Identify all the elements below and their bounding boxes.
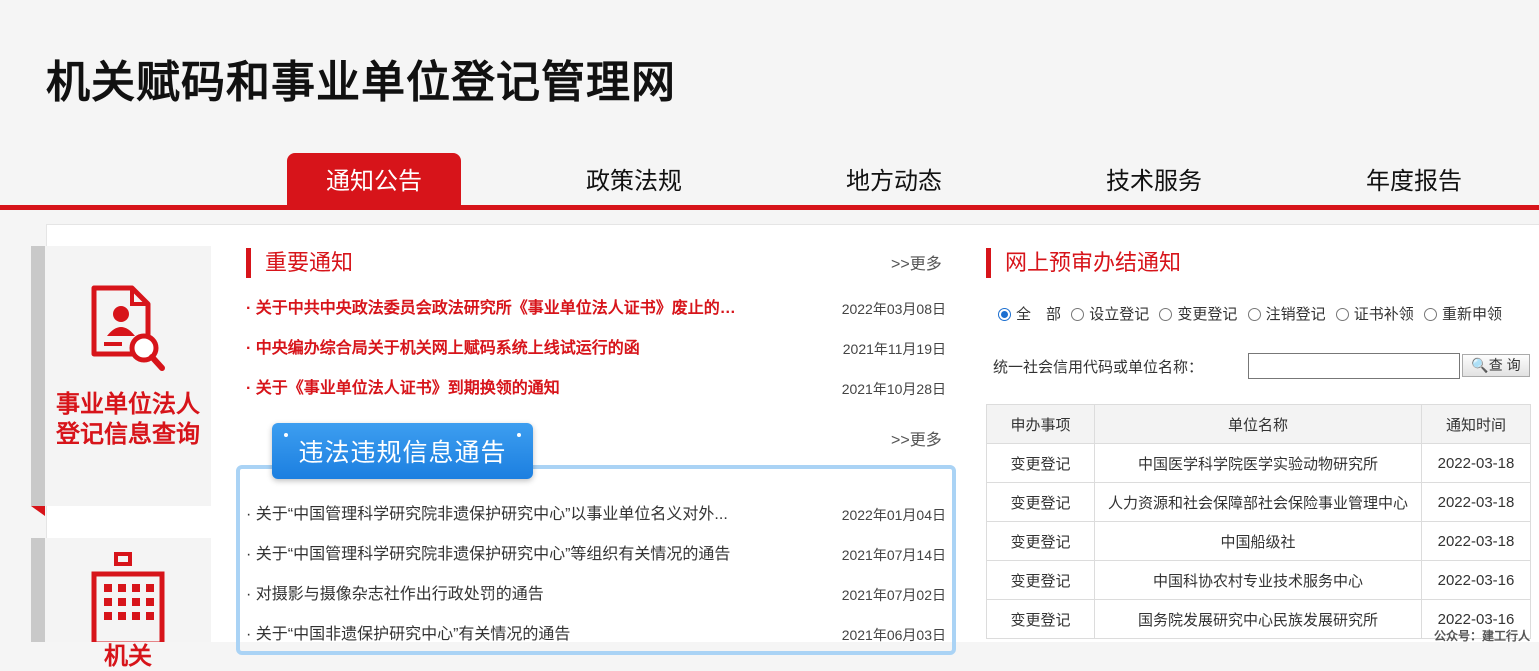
radio-establish[interactable]: 设立登记 xyxy=(1071,303,1149,324)
radio-label: 设立登记 xyxy=(1089,306,1150,323)
card-fold-decoration xyxy=(31,506,45,516)
radio-button[interactable] xyxy=(1247,308,1261,321)
column-header: 通知时间 xyxy=(1421,404,1531,444)
radio-reapply[interactable]: 重新申领 xyxy=(1423,303,1502,324)
news-title-link[interactable]: · 关于“中国管理科学研究院非遗保护研究中心”等组织有关情况的通告 xyxy=(246,544,821,566)
table-cell: 中国医学科学院医学实验动物研究所 xyxy=(1094,443,1422,483)
nav-tab-local-news[interactable]: 地方动态 xyxy=(807,153,981,205)
table-row[interactable]: 变更登记 中国船级社 2022-03-18 xyxy=(986,521,1531,561)
card-label-line1: 事业单位法人 xyxy=(56,391,200,418)
government-agency-card[interactable]: 机关 xyxy=(31,538,211,670)
table-cell: 中国船级社 xyxy=(1094,521,1422,561)
search-button-label: 查 询 xyxy=(1488,357,1521,373)
nav-tab-policies[interactable]: 政策法规 xyxy=(547,153,721,205)
news-date: 2021年06月03日 xyxy=(841,627,946,643)
news-title-link[interactable]: · 对摄影与摄像杂志社作出行政处罚的通告 xyxy=(246,584,821,606)
table-cell: 国务院发展研究中心民族发展研究所 xyxy=(1094,599,1422,639)
table-cell: 变更登记 xyxy=(986,599,1095,639)
radio-button[interactable] xyxy=(998,308,1011,321)
radio-all[interactable]: 全 部 xyxy=(998,303,1061,324)
news-title-link[interactable]: · 关于“中国管理科学研究院非遗保护研究中心”以事业单位名义对外... xyxy=(246,504,821,526)
radio-button[interactable] xyxy=(1335,308,1349,321)
table-cell: 中国科协农村专业技术服务中心 xyxy=(1094,560,1422,600)
main-nav: 通知公告 政策法规 地方动态 技术服务 年度报告 xyxy=(0,153,1539,207)
news-title-link[interactable]: · 关于中共中央政法委员会政法研究所《事业单位法人证书》废止的… xyxy=(246,298,821,320)
table-cell: 2022-03-16 xyxy=(1421,560,1531,600)
radio-button[interactable] xyxy=(1159,308,1173,321)
table-cell: 变更登记 xyxy=(986,560,1095,600)
nav-tab-annual-report[interactable]: 年度报告 xyxy=(1327,153,1501,205)
table-cell: 变更登记 xyxy=(986,443,1095,483)
list-item: · 关于“中国非遗保护研究中心”有关情况的通告 2021年06月03日 xyxy=(246,624,946,664)
search-label: 统一社会信用代码或单位名称： xyxy=(993,359,1204,376)
news-title-link[interactable]: · 关于“中国非遗保护研究中心”有关情况的通告 xyxy=(246,624,821,646)
list-item: · 中央编办综合局关于机关网上赋码系统上线试运行的函 2021年11月19日 xyxy=(246,338,946,378)
news-date: 2021年11月19日 xyxy=(842,341,946,357)
table-row[interactable]: 变更登记 中国医学科学院医学实验动物研究所 2022-03-18 xyxy=(986,443,1531,483)
site-title: 机关赋码和事业单位登记管理网 xyxy=(46,58,676,107)
table-cell: 人力资源和社会保障部社会保险事业管理中心 xyxy=(1094,482,1422,522)
legal-person-query-card[interactable]: 事业单位法人 登记信息查询 xyxy=(31,246,211,506)
table-cell: 变更登记 xyxy=(986,482,1095,522)
watermark: 公众号：建工行人 xyxy=(1434,629,1531,643)
important-notices-title: 重要通知 xyxy=(246,248,353,278)
list-item: · 对摄影与摄像杂志社作出行政处罚的通告 2021年07月02日 xyxy=(246,584,946,624)
legal-person-query-label: 事业单位法人 登记信息查询 xyxy=(45,390,211,450)
prereview-table: 申办事项 单位名称 通知时间 变更登记 中国医学科学院医学实验动物研究所 202… xyxy=(986,404,1531,639)
news-date: 2022年03月08日 xyxy=(841,301,946,317)
badge-dot xyxy=(284,433,288,437)
list-item: · 关于“中国管理科学研究院非遗保护研究中心”以事业单位名义对外... 2022… xyxy=(246,504,946,544)
radio-button[interactable] xyxy=(1071,308,1085,321)
building-icon xyxy=(91,552,165,642)
list-item: · 关于中共中央政法委员会政法研究所《事业单位法人证书》废止的… 2022年03… xyxy=(246,298,946,338)
search-input[interactable] xyxy=(1248,353,1460,379)
list-item: · 关于《事业单位法人证书》到期换领的通知 2021年10月28日 xyxy=(246,378,946,418)
registration-type-filter: 全 部 设立登记 变更登记 注销登记 证书补领 重新申领 xyxy=(998,303,1508,324)
radio-cancel[interactable]: 注销登记 xyxy=(1247,303,1326,324)
news-date: 2022年01月04日 xyxy=(841,507,946,523)
radio-label: 重新申领 xyxy=(1441,306,1502,323)
table-cell: 2022-03-18 xyxy=(1421,482,1531,522)
radio-reissue[interactable]: 证书补领 xyxy=(1335,303,1414,324)
table-cell: 2022-03-18 xyxy=(1421,443,1531,483)
news-title-link[interactable]: · 中央编办综合局关于机关网上赋码系统上线试运行的函 xyxy=(246,338,821,360)
news-date: 2021年07月02日 xyxy=(841,587,946,603)
government-agency-label: 机关 xyxy=(104,643,152,670)
radio-label: 注销登记 xyxy=(1265,306,1326,323)
radio-label: 全 部 xyxy=(1016,306,1062,323)
table-header-row: 申办事项 单位名称 通知时间 xyxy=(986,404,1531,444)
violations-title: 违法违规信息通告 xyxy=(298,439,507,467)
nav-underline xyxy=(0,205,1539,210)
violations-title-badge: 违法违规信息通告 xyxy=(272,423,533,479)
table-row[interactable]: 变更登记 人力资源和社会保障部社会保险事业管理中心 2022-03-18 xyxy=(986,482,1531,522)
news-date: 2021年10月28日 xyxy=(841,381,946,397)
nav-tab-notices[interactable]: 通知公告 xyxy=(287,153,461,205)
radio-label: 变更登记 xyxy=(1177,306,1238,323)
card-label-line2: 登记信息查询 xyxy=(56,421,200,448)
radio-change[interactable]: 变更登记 xyxy=(1159,303,1237,324)
table-cell: 2022-03-18 xyxy=(1421,521,1531,561)
column-header: 申办事项 xyxy=(986,404,1095,444)
nav-tab-tech-services[interactable]: 技术服务 xyxy=(1067,153,1241,205)
radio-label: 证书补领 xyxy=(1353,306,1414,323)
certificate-search-icon xyxy=(91,285,165,371)
prereview-title: 网上预审办结通知 xyxy=(986,248,1181,278)
news-date: 2021年07月14日 xyxy=(841,547,946,563)
list-item: · 关于“中国管理科学研究院非遗保护研究中心”等组织有关情况的通告 2021年0… xyxy=(246,544,946,584)
table-row[interactable]: 变更登记 中国科协农村专业技术服务中心 2022-03-16 xyxy=(986,560,1531,600)
violations-more-link[interactable]: >>更多 xyxy=(891,426,942,450)
search-icon: 🔍 xyxy=(1471,357,1489,373)
radio-button[interactable] xyxy=(1423,308,1437,321)
site-header: 机关赋码和事业单位登记管理网 通知公告 政策法规 地方动态 技术服务 年度报告 xyxy=(0,0,1539,210)
column-header: 单位名称 xyxy=(1094,404,1422,444)
search-button[interactable]: 🔍查 询 xyxy=(1462,354,1530,377)
important-more-link[interactable]: >>更多 xyxy=(891,250,942,274)
news-title-link[interactable]: · 关于《事业单位法人证书》到期换领的通知 xyxy=(246,378,821,400)
badge-dot xyxy=(517,433,521,437)
table-cell: 变更登记 xyxy=(986,521,1095,561)
